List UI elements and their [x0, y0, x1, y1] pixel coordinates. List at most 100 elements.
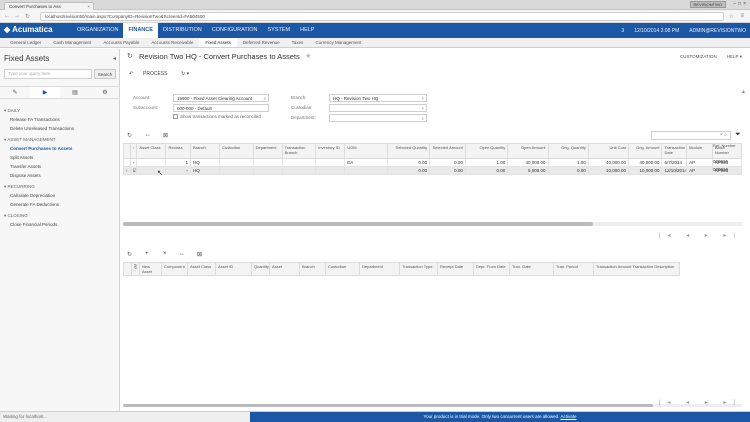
col-asset-class[interactable]: Asset Class	[136, 143, 167, 159]
cell-open-amount[interactable]: 5,000.00	[507, 166, 549, 175]
cell-module[interactable]: AP	[686, 158, 713, 167]
show-reconciled-checkbox[interactable]: Show transactions marked as reconciled	[173, 114, 261, 120]
tree-header-recurring[interactable]: ▾ RECURRING	[4, 182, 118, 191]
col-orig-amount[interactable]: Orig. Amount	[627, 143, 663, 159]
fit-columns-icon[interactable]: ↔	[179, 251, 185, 257]
col-transaction-amount-description[interactable]: Transaction Amount Transaction Descripti…	[593, 262, 680, 276]
account-field[interactable]: 15900 - Fixed Asset Clearing Account ⌕	[173, 94, 269, 102]
cell-unit-cost[interactable]: 40,000.00	[587, 158, 629, 167]
cell-orig-amount[interactable]: 10,000.00	[627, 166, 663, 175]
tree-item-convert-purchases[interactable]: Convert Purchases to Assets	[4, 144, 118, 153]
cell-asset-class[interactable]	[136, 158, 167, 167]
tree-header-asset-management[interactable]: ▾ ASSET MANAGEMENT	[4, 135, 118, 144]
row-checkbox[interactable]: ▫	[129, 158, 138, 167]
module-accounts-payable[interactable]: Accounts Payable	[97, 38, 145, 47]
col-uom[interactable]: UOM	[344, 143, 388, 159]
col-department[interactable]: Department	[252, 143, 283, 159]
settings-gear-icon[interactable]: ⚙	[90, 87, 120, 98]
cell-ref-number[interactable]: 000016	[713, 159, 728, 164]
grid-horizontal-scrollbar[interactable]	[123, 222, 742, 226]
scroll-up-arrow-icon[interactable]: ▲	[741, 89, 746, 95]
tree-header-daily[interactable]: ▾ DAILY	[4, 106, 118, 115]
module-cash-management[interactable]: Cash Management	[47, 38, 97, 47]
cell-branch[interactable]: HQ	[190, 166, 221, 175]
cell-inventory-id[interactable]	[315, 166, 346, 175]
processes-play-icon[interactable]: ▶	[30, 87, 60, 98]
export-excel-icon[interactable]: ⊠	[197, 251, 202, 258]
col-custodian[interactable]: Custodian	[219, 143, 254, 159]
favorite-star-icon[interactable]: ★	[305, 52, 311, 60]
cell-selected-amount[interactable]: 0.00	[429, 158, 466, 167]
cell-uom[interactable]: EA	[344, 158, 388, 167]
col-unit-cost[interactable]: Unit Cost	[587, 143, 629, 159]
filter-icon[interactable]: ⏷	[735, 131, 741, 139]
table-row[interactable]: ▫ 1 HQ EA 0.00 0.00 1.00 40,000.00 1.00 …	[123, 158, 743, 167]
module-general-ledger[interactable]: General Ledger	[4, 38, 47, 47]
reload-icon[interactable]: ↻	[25, 13, 30, 20]
col-tran-period[interactable]: Tran. Period	[553, 262, 594, 276]
notification-count[interactable]: 3	[621, 28, 624, 34]
lookup-search-icon[interactable]: ⌕	[421, 115, 424, 121]
activate-link[interactable]: Activate	[560, 414, 576, 419]
col-selected-quantity[interactable]: Selected Quantity	[386, 143, 431, 159]
back-arrow-icon[interactable]: ←	[4, 13, 10, 19]
col-inventory-id[interactable]: Inventory ID	[315, 143, 346, 159]
browser-tab[interactable]: Convert Purchases to Ass ×	[4, 2, 94, 10]
window-controls[interactable]: –□×	[733, 1, 748, 7]
module-taxes[interactable]: Taxes	[286, 38, 310, 47]
grid-search-input[interactable]: × ⌕	[651, 131, 731, 140]
edit-pencil-icon[interactable]: ✎	[0, 87, 30, 98]
tree-item-release-fa-transactions[interactable]: Release FA Transactions	[4, 115, 118, 124]
top-nav-organization[interactable]: ORGANIZATION	[72, 23, 123, 38]
tree-item-dispose-assets[interactable]: Dispose Assets	[4, 171, 118, 180]
col-quantity[interactable]: Quantity	[251, 262, 270, 276]
left-search-input[interactable]: Type your query here	[4, 69, 92, 79]
cell-selected-quantity[interactable]: 0.00	[386, 166, 431, 175]
module-deferred-revenue[interactable]: Deferred Revenue	[237, 38, 286, 47]
module-fixed-assets[interactable]: Fixed Assets	[199, 38, 237, 47]
cell-selected-quantity[interactable]: 0.00	[386, 158, 431, 167]
col-component[interactable]: Component	[161, 262, 188, 276]
col-reclass[interactable]: Reclass	[165, 143, 192, 159]
grid-pager[interactable]: |◂ ◂ ▸ ▸|	[659, 232, 742, 239]
cell-reclass[interactable]: ▫	[165, 166, 192, 175]
left-search-button[interactable]: Search	[94, 69, 116, 79]
delete-row-icon[interactable]: ×	[163, 251, 167, 257]
bookmark-star-icon[interactable]: ☆	[729, 13, 734, 20]
scrollbar-thumb[interactable]	[123, 404, 653, 407]
col-asset-class[interactable]: Asset Class	[187, 262, 216, 276]
cell-ref-number[interactable]: 000016	[713, 167, 728, 172]
search-clear-icon[interactable]: × ⌕	[720, 132, 727, 138]
lookup-search-icon[interactable]: ⌕	[421, 105, 424, 111]
collapse-panel-icon[interactable]: ◂	[113, 55, 116, 62]
col-selected-amount[interactable]: Selected Amount	[429, 143, 466, 159]
cell-department[interactable]	[252, 166, 283, 175]
col-asset[interactable]: Asset	[269, 262, 300, 276]
col-open-quantity[interactable]: Open Quantity	[464, 143, 509, 159]
col-depr-from-date[interactable]: Depr. From Date	[473, 262, 510, 276]
cell-orig-quantity[interactable]: 0.00	[547, 166, 589, 175]
cell-transaction-date[interactable]: 12/10/2014	[661, 166, 688, 175]
grid-refresh-icon[interactable]: ↻	[127, 132, 132, 139]
col-module[interactable]: Module	[686, 143, 713, 159]
branch-field[interactable]: HQ - Revision Two HQ ⌕	[329, 94, 427, 102]
refresh-dropdown-icon[interactable]: ↻ ▾	[181, 71, 189, 77]
browser-user-badge[interactable]: REVISIONTWO	[689, 1, 726, 8]
tree-item-calculate-depreciation[interactable]: Calculate Depreciation	[4, 191, 118, 200]
current-datetime[interactable]: 12/10/2014 2:08 PM	[634, 28, 679, 34]
help-menu[interactable]: HELP ▾	[727, 54, 742, 60]
cell-transaction-branch[interactable]	[281, 158, 317, 167]
tree-item-split-assets[interactable]: Split Assets	[4, 153, 118, 162]
department-field[interactable]: ⌕	[329, 114, 427, 122]
assets-grid-horizontal-scrollbar[interactable]	[123, 404, 742, 407]
row-selector[interactable]: ›	[123, 166, 131, 175]
col-tran-date[interactable]: Tran. Date	[509, 262, 554, 276]
cell-orig-amount[interactable]: 40,000.00	[627, 158, 663, 167]
cell-reclass[interactable]: 1	[165, 158, 192, 167]
col-asset-id[interactable]: Asset ID	[215, 262, 252, 276]
cell-branch[interactable]: HQ	[190, 158, 221, 167]
cell-selected-amount[interactable]: 0.00	[429, 166, 466, 175]
col-receipt-date[interactable]: Receipt Date	[437, 262, 474, 276]
table-row[interactable]: › ☑ ▫ HQ 0.00 0.00 0.00 5,000.00 0.00 10…	[123, 166, 743, 175]
grid-refresh-icon[interactable]: ↻	[127, 251, 132, 258]
